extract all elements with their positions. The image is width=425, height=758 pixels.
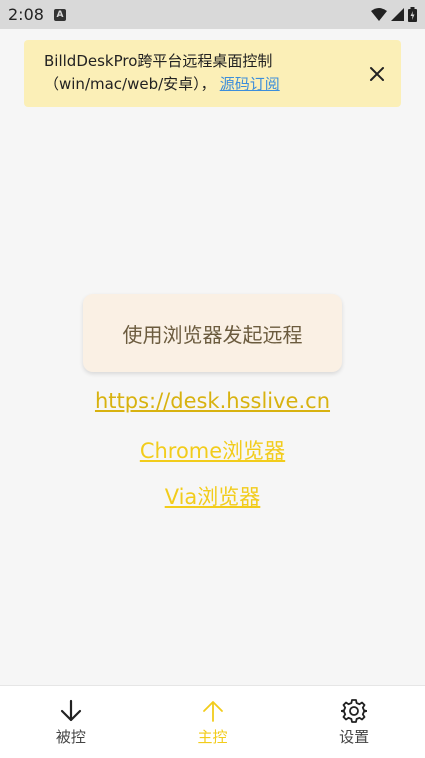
- notice-banner: BilldDeskPro跨平台远程桌面控制（win/mac/web/安卓）， 源码…: [24, 40, 401, 107]
- chrome-browser-link[interactable]: Chrome浏览器: [0, 435, 425, 465]
- via-browser-link[interactable]: Via浏览器: [0, 481, 425, 511]
- nav-item-controlled[interactable]: 被控: [0, 686, 142, 758]
- status-left: 2:08 A: [8, 5, 66, 24]
- status-time: 2:08: [8, 5, 44, 24]
- status-right: [371, 7, 417, 22]
- website-link[interactable]: https://desk.hsslive.cn: [0, 389, 425, 413]
- close-icon[interactable]: [367, 64, 387, 84]
- nav-label-controller: 主控: [197, 728, 228, 746]
- source-subscribe-link[interactable]: 源码订阅: [220, 75, 280, 93]
- start-remote-button[interactable]: 使用浏览器发起远程: [83, 294, 342, 372]
- battery-icon: [408, 7, 417, 22]
- bottom-nav: 被控 主控 设置: [0, 685, 425, 758]
- signal-icon: [391, 8, 404, 21]
- arrow-up-icon: [202, 701, 223, 722]
- wifi-icon: [371, 7, 387, 21]
- gear-icon: [341, 699, 368, 723]
- nav-item-settings[interactable]: 设置: [283, 686, 425, 758]
- arrow-down-icon: [60, 699, 81, 722]
- nav-label-settings: 设置: [339, 728, 370, 746]
- nav-item-controller[interactable]: 主控: [142, 686, 284, 758]
- status-bar: 2:08 A: [0, 0, 425, 29]
- app-notification-icon: A: [53, 8, 66, 21]
- nav-label-controlled: 被控: [55, 728, 86, 746]
